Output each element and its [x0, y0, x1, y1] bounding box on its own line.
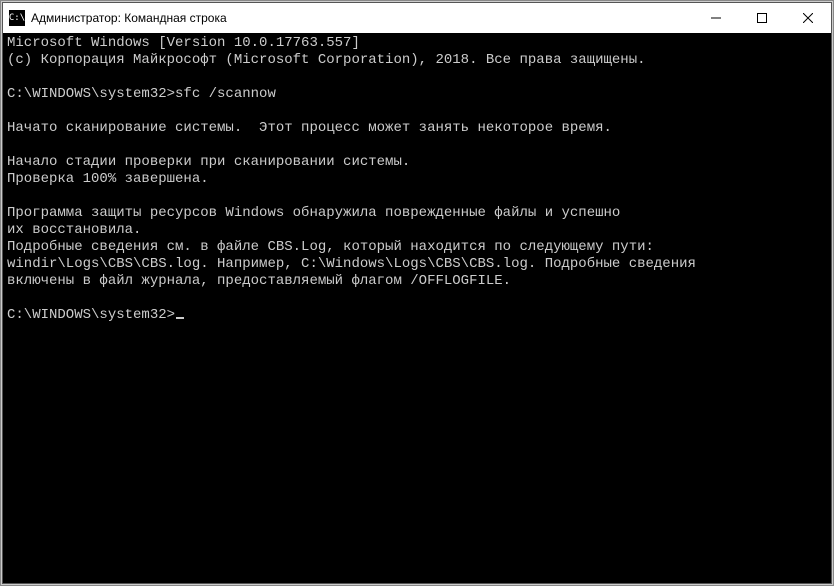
window-title: Администратор: Командная строка: [31, 11, 227, 25]
app-icon: C:\: [9, 10, 25, 26]
titlebar[interactable]: C:\ Администратор: Командная строка: [3, 3, 831, 33]
terminal-line: (c) Корпорация Майкрософт (Microsoft Cor…: [7, 52, 827, 69]
minimize-icon: [711, 13, 721, 23]
maximize-button[interactable]: [739, 3, 785, 33]
terminal-line: Microsoft Windows [Version 10.0.17763.55…: [7, 35, 827, 52]
terminal-line: [7, 188, 827, 205]
close-icon: [803, 13, 813, 23]
terminal-output[interactable]: Microsoft Windows [Version 10.0.17763.55…: [3, 33, 831, 583]
terminal-prompt: C:\WINDOWS\system32>: [7, 307, 175, 323]
terminal-line: их восстановила.: [7, 222, 827, 239]
terminal-line: Начало стадии проверки при сканировании …: [7, 154, 827, 171]
terminal-line: [7, 290, 827, 307]
terminal-line: Начато сканирование системы. Этот процес…: [7, 120, 827, 137]
maximize-icon: [757, 13, 767, 23]
terminal-line: Программа защиты ресурсов Windows обнару…: [7, 205, 827, 222]
terminal-line: [7, 137, 827, 154]
terminal-line: Проверка 100% завершена.: [7, 171, 827, 188]
command-prompt-window: C:\ Администратор: Командная строка Micr…: [2, 2, 832, 584]
terminal-line: [7, 69, 827, 86]
terminal-line: включены в файл журнала, предоставляемый…: [7, 273, 827, 290]
terminal-line: C:\WINDOWS\system32>sfc /scannow: [7, 86, 827, 103]
terminal-prompt-line: C:\WINDOWS\system32>: [7, 307, 827, 324]
terminal-line: [7, 103, 827, 120]
terminal-line: Подробные сведения см. в файле CBS.Log, …: [7, 239, 827, 256]
terminal-line: windir\Logs\CBS\CBS.log. Например, C:\Wi…: [7, 256, 827, 273]
minimize-button[interactable]: [693, 3, 739, 33]
window-controls: [693, 3, 831, 33]
cursor: [176, 317, 184, 319]
close-button[interactable]: [785, 3, 831, 33]
